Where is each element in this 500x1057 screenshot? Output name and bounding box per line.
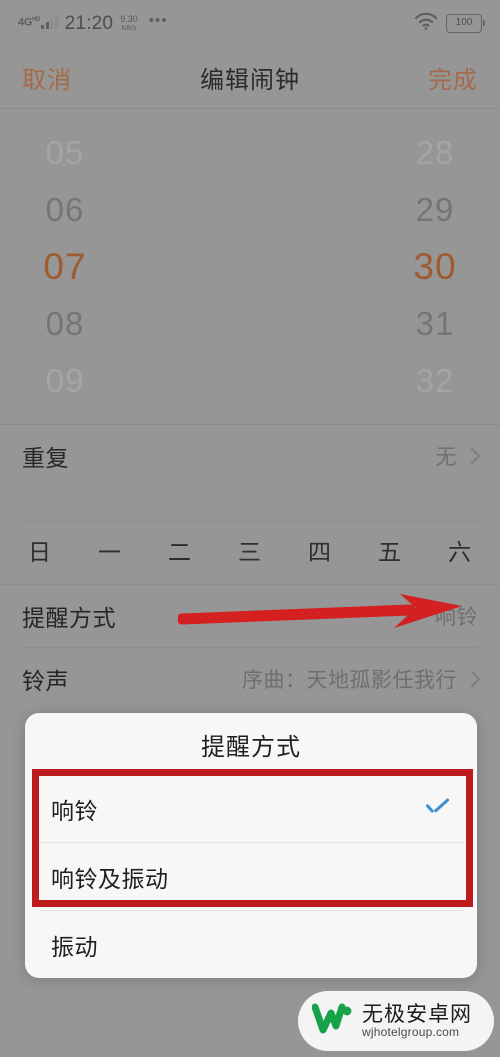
hour-option[interactable]: 09 [46, 353, 85, 410]
minute-wheel[interactable]: 28 29 30 31 32 [250, 109, 500, 425]
network-indicator: 4GHD [18, 15, 58, 29]
hour-option[interactable]: 06 [46, 182, 85, 239]
phone-screen: 4GHD 21:20 9.30 KB/s ••• 100 取消 编辑闹钟 完成 … [0, 0, 500, 1057]
chevron-right-icon [463, 670, 481, 688]
status-bar-right: 100 [414, 12, 485, 35]
minute-option-selected[interactable]: 30 [413, 239, 456, 296]
time-picker[interactable]: 05 06 07 08 09 28 29 30 31 32 [0, 109, 500, 425]
page-title: 编辑闹钟 [200, 66, 300, 94]
ringtone-label: 铃声 [22, 668, 69, 694]
reminder-mode-label: 提醒方式 [22, 605, 116, 631]
minute-option[interactable]: 28 [416, 125, 455, 182]
watermark-name: 无极安卓网 [362, 1002, 472, 1026]
wifi-icon [414, 12, 438, 35]
network-speed-indicator: 9.30 KB/s [120, 13, 138, 32]
more-icon: ••• [148, 12, 168, 29]
dialog-option-vibrate[interactable]: 振动 [25, 911, 477, 978]
signal-bars-icon [41, 15, 58, 29]
speed-unit: KB/s [121, 24, 137, 32]
weekday-sun[interactable]: 日 [28, 533, 52, 567]
status-bar: 4GHD 21:20 9.30 KB/s ••• 100 [0, 0, 500, 46]
nav-bar: 取消 编辑闹钟 完成 [0, 46, 500, 108]
hour-option[interactable]: 05 [46, 125, 85, 182]
hour-option-selected[interactable]: 07 [43, 239, 86, 296]
weekday-fri[interactable]: 五 [378, 533, 402, 567]
hour-wheel[interactable]: 05 06 07 08 09 [0, 109, 250, 425]
minute-option[interactable]: 29 [416, 182, 455, 239]
repeat-value: 无 [435, 446, 457, 469]
row-ringtone[interactable]: 铃声 序曲：天地孤影任我行 [0, 648, 500, 710]
row-repeat[interactable]: 重复 无 [0, 425, 500, 487]
cancel-button[interactable]: 取消 [22, 60, 72, 95]
status-bar-left: 4GHD 21:20 9.30 KB/s ••• [18, 12, 168, 34]
watermark-url: wjhotelgroup.com [362, 1024, 460, 1039]
status-bar-clock: 21:20 [64, 12, 114, 34]
weekday-sat[interactable]: 六 [448, 533, 472, 567]
weekday-thu[interactable]: 四 [308, 533, 332, 567]
weekday-wed[interactable]: 三 [238, 533, 262, 567]
annotation-arrow-icon [176, 594, 462, 638]
watermark-text: 无极安卓网 wjhotelgroup.com [362, 1003, 472, 1039]
chevron-right-icon [463, 447, 481, 465]
annotation-highlight-box [32, 769, 473, 907]
dialog-option-label: 振动 [51, 933, 98, 960]
done-button[interactable]: 完成 [428, 60, 478, 95]
weekday-tue[interactable]: 二 [168, 533, 192, 567]
minute-option[interactable]: 31 [416, 296, 455, 353]
weekday-selector[interactable]: 日 一 二 三 四 五 六 [0, 522, 500, 578]
battery-level-label: 100 [455, 17, 473, 28]
network-type-label: 4GHD [18, 16, 41, 29]
watermark: 无极安卓网 wjhotelgroup.com [298, 991, 494, 1051]
battery-icon: 100 [446, 13, 485, 33]
hour-option[interactable]: 08 [46, 296, 85, 353]
weekday-mon[interactable]: 一 [98, 533, 122, 567]
minute-option[interactable]: 32 [416, 353, 455, 410]
dialog-title: 提醒方式 [201, 733, 301, 761]
w-logo-icon [311, 1003, 354, 1040]
repeat-label: 重复 [22, 445, 69, 471]
speed-value: 9.30 [120, 13, 138, 24]
ringtone-value: 序曲：天地孤影任我行 [242, 669, 457, 692]
